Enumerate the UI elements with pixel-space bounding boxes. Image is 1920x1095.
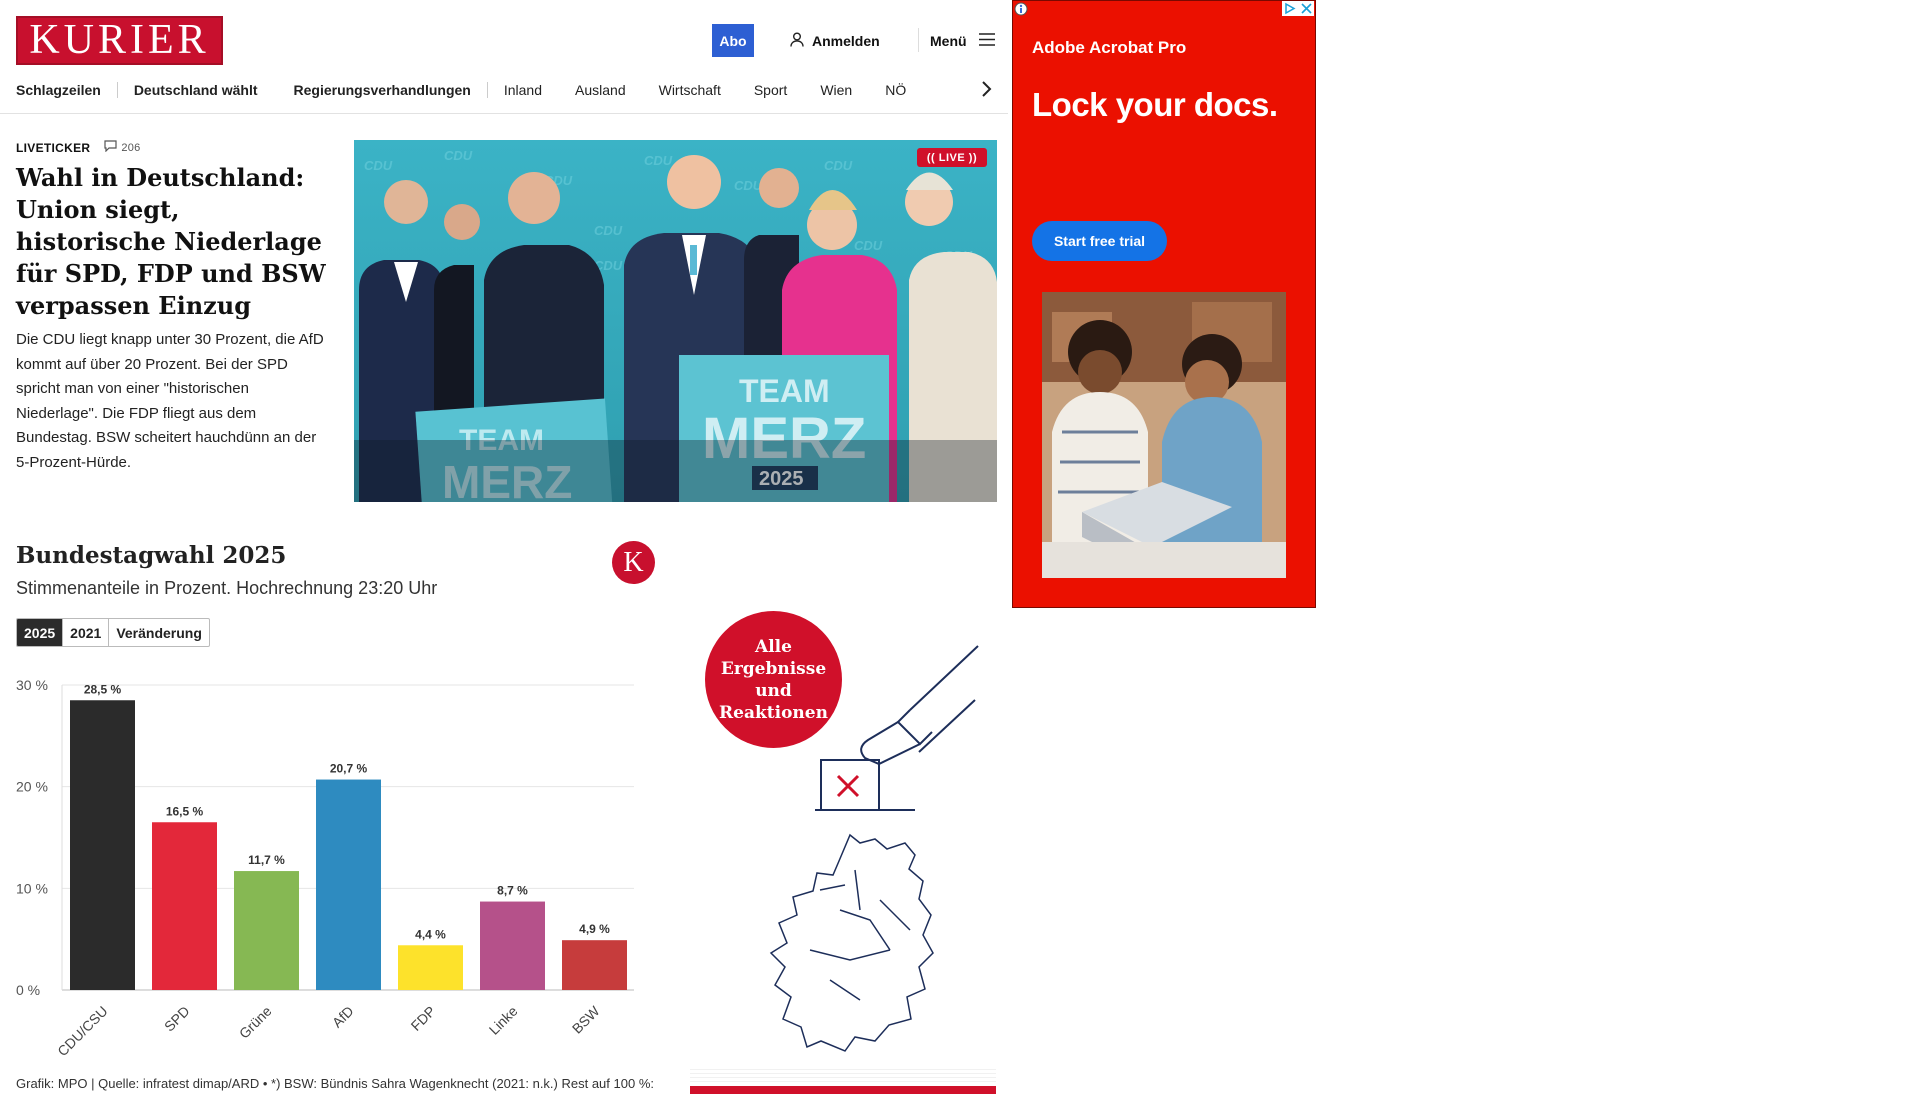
bar-value-label: 8,7 % xyxy=(497,884,528,898)
svg-text:CDU: CDU xyxy=(364,158,393,173)
nav-separator xyxy=(486,82,488,98)
article-kicker: LIVETICKER 206 xyxy=(16,140,141,155)
header-divider xyxy=(918,28,919,52)
results-line-1: Alle xyxy=(755,636,792,657)
chart-footnote: Grafik: MPO | Quelle: infratest dimap/AR… xyxy=(16,1076,654,1091)
bar xyxy=(316,779,381,990)
toggle-2021[interactable]: 2021 xyxy=(62,619,108,646)
nav-item-regierungsverhandlungen[interactable]: Regierungsverhandlungen xyxy=(294,82,471,98)
chart-title: Bundestagwahl 2025 xyxy=(16,542,287,569)
nav-item-schlagzeilen[interactable]: Schlagzeilen xyxy=(16,82,101,98)
ad-headline: Lock your docs. xyxy=(1032,86,1278,123)
election-bar-chart: 0 % 10 % 20 % 30 % 28,5 % CDU/CSU 16,5 % SPD 11,… xyxy=(16,677,634,1059)
nav-item-wien[interactable]: Wien xyxy=(820,82,852,98)
promo-red-bar xyxy=(690,1086,996,1094)
comment-count-value: 206 xyxy=(121,141,141,154)
nav-divider xyxy=(0,113,1008,114)
results-circle-link[interactable]: Alle Ergebnisse und Reaktionen xyxy=(705,611,842,748)
toggle-veraenderung[interactable]: Veränderung xyxy=(108,619,209,646)
login-link[interactable]: Anmelden xyxy=(790,31,880,51)
year-toggle: 2025 2021 Veränderung xyxy=(16,618,210,647)
nav-item-inland[interactable]: Inland xyxy=(504,82,542,98)
x-tick-label: Linke xyxy=(486,1003,521,1038)
bar-value-label: 4,9 % xyxy=(579,922,610,936)
chevron-right-icon[interactable] xyxy=(980,80,992,103)
liveticker-label: LIVETICKER xyxy=(16,140,91,155)
svg-text:CDU: CDU xyxy=(444,148,473,163)
results-line-2: Ergebnisse xyxy=(720,658,827,679)
svg-text:CDU: CDU xyxy=(594,223,623,238)
ad-cta-button[interactable]: Start free trial xyxy=(1032,221,1167,261)
bar xyxy=(480,901,545,990)
bar-value-label: 28,5 % xyxy=(84,682,122,696)
nav-item-noe[interactable]: NÖ xyxy=(885,82,906,98)
live-label: LIVE xyxy=(938,151,966,164)
article-hero-image[interactable]: CDUCDUCDU CDUCDUCDU CDUCDUCDU CDUCDUCDU xyxy=(354,140,997,502)
bar-value-label: 11,7 % xyxy=(248,853,285,867)
promo-stripe xyxy=(690,1066,996,1084)
ad-photo xyxy=(1042,292,1286,578)
ad-info-icon[interactable] xyxy=(1014,2,1028,16)
bar xyxy=(398,945,463,990)
y-tick-label: 0 % xyxy=(16,982,40,998)
bar xyxy=(152,822,217,990)
results-line-4: Reaktionen xyxy=(719,702,828,723)
svg-text:CDU: CDU xyxy=(824,158,853,173)
x-tick-label: SPD xyxy=(161,1003,193,1035)
bar-value-label: 4,4 % xyxy=(415,927,446,941)
x-tick-label: FDP xyxy=(408,1003,439,1034)
results-line-3: und xyxy=(755,680,792,701)
ad-brand: Adobe Acrobat Pro xyxy=(1032,38,1187,57)
login-label: Anmelden xyxy=(812,33,880,49)
abo-button[interactable]: Abo xyxy=(712,24,754,57)
x-tick-label: AfD xyxy=(329,1003,357,1031)
live-badge: (( LIVE )) xyxy=(917,148,987,167)
bar-value-label: 20,7 % xyxy=(330,762,368,776)
x-tick-label: BSW xyxy=(569,1002,603,1036)
live-broadcast-icon: (( xyxy=(926,151,939,164)
kurier-logo[interactable]: KURIER xyxy=(16,16,223,65)
hamburger-icon xyxy=(978,33,995,49)
nav-item-ausland[interactable]: Ausland xyxy=(575,82,626,98)
bar xyxy=(70,700,135,990)
y-tick-label: 20 % xyxy=(16,779,48,795)
nav-separator xyxy=(116,82,118,98)
x-tick-label: CDU/CSU xyxy=(54,1003,110,1059)
ad-choices[interactable] xyxy=(1282,1,1314,16)
bar-value-label: 16,5 % xyxy=(166,804,204,818)
svg-text:CDU: CDU xyxy=(734,178,763,193)
svg-text:TEAM: TEAM xyxy=(739,373,830,409)
svg-text:CDU: CDU xyxy=(644,153,673,168)
comment-count[interactable]: 206 xyxy=(104,140,140,155)
nav-item-sport[interactable]: Sport xyxy=(754,82,787,98)
nav-item-wirtschaft[interactable]: Wirtschaft xyxy=(659,82,721,98)
article-teaser: Die CDU liegt knapp unter 30 Prozent, di… xyxy=(16,331,324,471)
y-tick-label: 30 % xyxy=(16,677,48,693)
article-headline[interactable]: Wahl in Deutschland: Union siegt, histor… xyxy=(16,162,326,322)
user-icon xyxy=(790,32,804,50)
comment-icon xyxy=(104,140,117,155)
chart-subtitle: Stimmenanteile in Prozent. Hochrechnung … xyxy=(16,578,438,598)
menu-button[interactable]: Menü xyxy=(930,31,995,51)
nav-item-deutschland-waehlt[interactable]: Deutschland wählt xyxy=(134,82,258,98)
main-nav: Schlagzeilen Deutschland wählt Regierung… xyxy=(16,78,996,102)
bar xyxy=(562,940,627,990)
toggle-2025[interactable]: 2025 xyxy=(17,619,63,646)
bar xyxy=(234,871,299,990)
germany-map xyxy=(769,833,934,1052)
y-tick-label: 10 % xyxy=(16,880,48,896)
x-tick-label: Grüne xyxy=(236,1003,275,1042)
svg-text:CDU: CDU xyxy=(854,238,883,253)
kurier-k-badge: K xyxy=(612,541,655,584)
menu-label: Menü xyxy=(930,33,967,49)
